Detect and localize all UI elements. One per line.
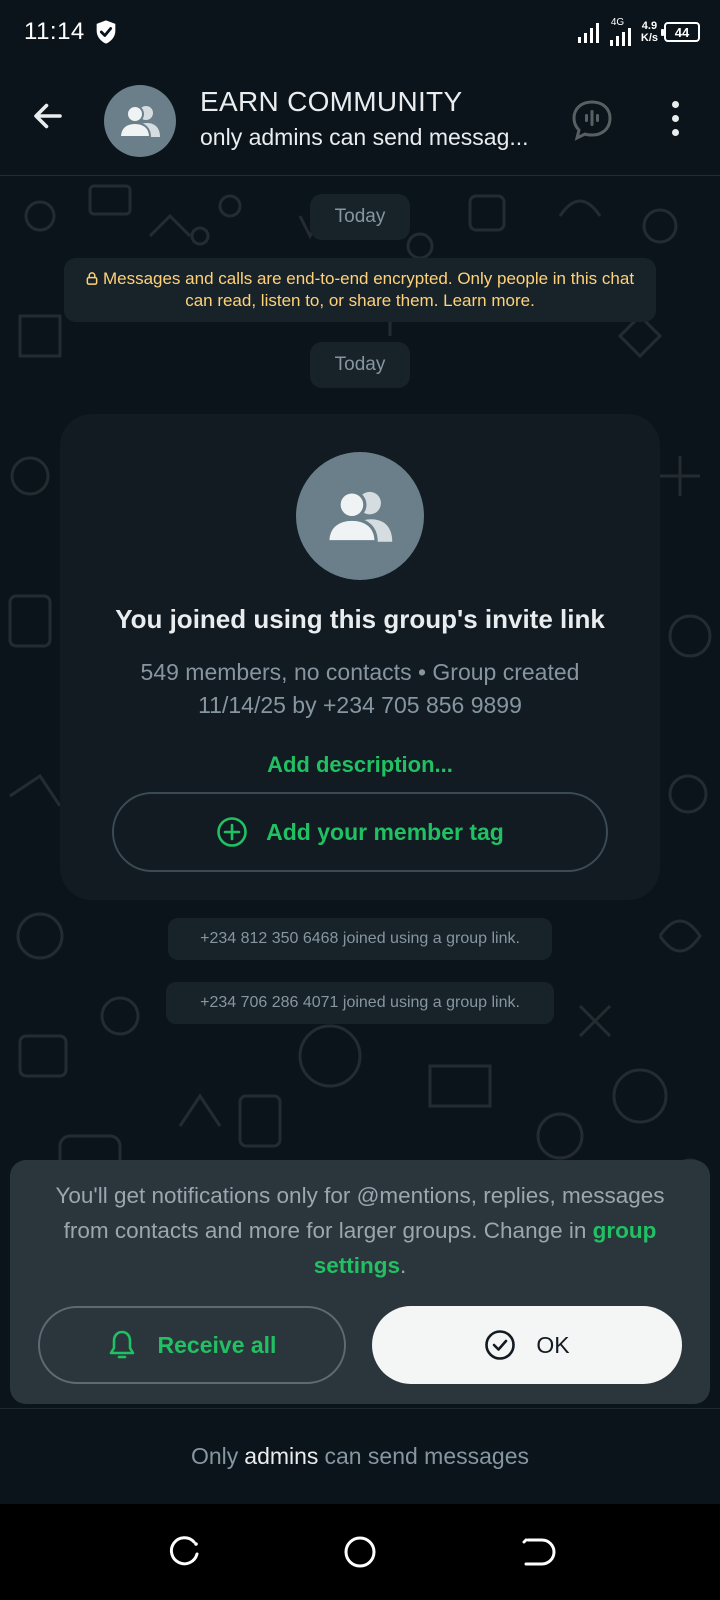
invite-card-title: You joined using this group's invite lin…: [115, 604, 605, 634]
chat-header: EARN COMMUNITY only admins can send mess…: [0, 64, 720, 176]
group-meta-line: 549 members, no contacts • Group created: [140, 659, 580, 685]
date-pill: Today: [310, 194, 410, 240]
group-avatar[interactable]: [104, 85, 176, 157]
speed-value: 4.9: [641, 20, 658, 32]
ok-button[interactable]: OK: [372, 1306, 682, 1384]
ok-label: OK: [536, 1331, 570, 1358]
chat-area[interactable]: Today Messages and calls are end-to-end …: [0, 176, 720, 1408]
signal-4g-indicator: 4G: [609, 18, 635, 46]
group-info-card: You joined using this group's invite lin…: [60, 414, 660, 900]
back-button[interactable]: [26, 94, 70, 138]
battery-level: 44: [674, 24, 690, 40]
network-type: 4G: [610, 17, 625, 28]
voice-chat-icon[interactable]: [568, 96, 616, 144]
home-icon[interactable]: [340, 1532, 380, 1572]
group-icon: [118, 105, 160, 138]
group-meta: 549 members, no contacts • Group created…: [100, 656, 620, 722]
admins-only-footer: Only admins can send messages: [0, 1408, 720, 1504]
footer-admins-link[interactable]: admins: [244, 1443, 318, 1470]
system-message: +234 812 350 6468 joined using a group l…: [168, 918, 552, 960]
back-arrow-icon: [34, 103, 62, 129]
status-indicators: 4G 4.9 K/s 44: [577, 16, 700, 48]
receive-all-button[interactable]: Receive all: [38, 1306, 346, 1384]
notification-notice: You'll get notifications only for @menti…: [40, 1178, 680, 1283]
signal-4g-bars-icon: [609, 28, 631, 46]
add-circle-icon: [217, 817, 247, 847]
battery-icon: 44: [661, 22, 700, 42]
add-member-tag-button[interactable]: Add your member tag: [112, 792, 608, 872]
notification-settings-sheet: You'll get notifications only for @menti…: [10, 1160, 710, 1404]
bell-icon: [109, 1330, 134, 1359]
more-vert-icon-dot: [671, 100, 679, 108]
notice-text-end: .: [400, 1253, 407, 1278]
add-description-link[interactable]: Add description...: [60, 752, 660, 778]
group-subtitle[interactable]: only admins can send messag...: [200, 124, 545, 151]
encryption-notice-text: Messages and calls are end-to-end encryp…: [102, 269, 635, 310]
shield-check-icon: [96, 20, 116, 44]
footer-suffix: can send messages: [324, 1443, 530, 1469]
footer-prefix: Only: [190, 1443, 239, 1469]
recents-icon[interactable]: [164, 1532, 204, 1572]
group-name[interactable]: EARN COMMUNITY: [200, 86, 462, 118]
encryption-notice[interactable]: Messages and calls are end-to-end encryp…: [64, 258, 656, 322]
check-circle-icon: [485, 1330, 516, 1360]
system-message: +234 706 286 4071 joined using a group l…: [166, 982, 554, 1024]
add-member-tag-label: Add your member tag: [266, 818, 504, 845]
speed-unit: K/s: [640, 32, 658, 44]
more-options-button[interactable]: [660, 94, 690, 142]
group-icon: [326, 490, 393, 544]
lock-icon: [86, 272, 98, 285]
more-vert-icon-dot: [671, 128, 679, 136]
date-pill: Today: [310, 342, 410, 388]
more-vert-icon-dot: [671, 114, 679, 122]
status-bar: 11:14 4G 4.9 K/s 44: [0, 0, 720, 64]
status-time: 11:14: [24, 18, 85, 45]
notice-text: You'll get notifications only for @menti…: [55, 1183, 665, 1243]
back-nav-icon[interactable]: [516, 1532, 556, 1572]
group-meta-line: 11/14/25 by +234 705 856 9899: [198, 692, 522, 718]
signal-icon: [577, 23, 599, 43]
network-speed: 4.9 K/s: [641, 20, 658, 44]
system-nav-bar: [0, 1504, 720, 1600]
receive-all-label: Receive all: [157, 1331, 277, 1358]
group-avatar-large[interactable]: [296, 452, 424, 580]
